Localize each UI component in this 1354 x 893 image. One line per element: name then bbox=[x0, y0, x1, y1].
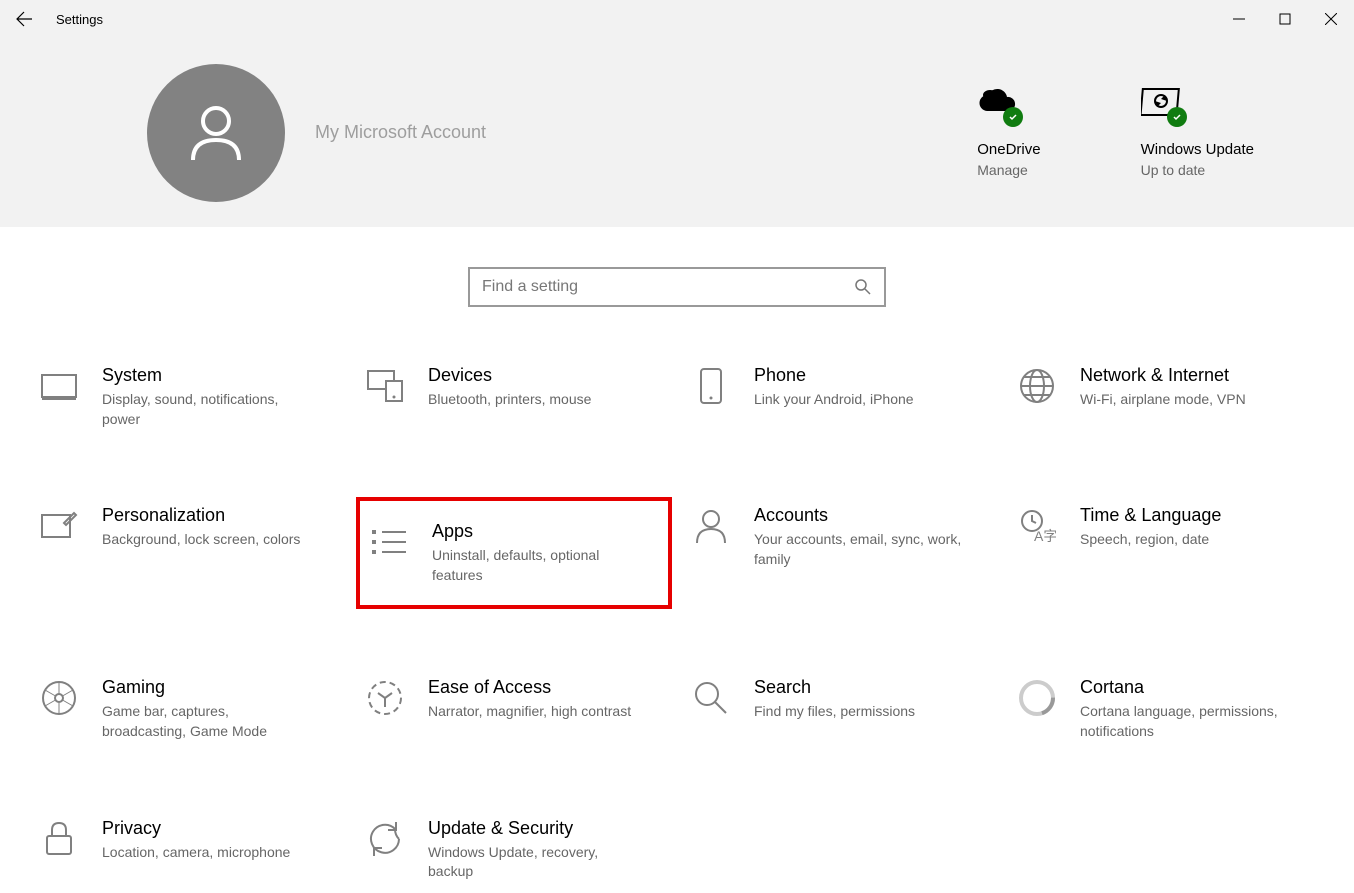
titlebar: Settings bbox=[0, 0, 1354, 38]
category-ease[interactable]: Ease of Access Narrator, magnifier, high… bbox=[356, 669, 672, 749]
network-icon bbox=[1016, 365, 1058, 407]
phone-icon bbox=[690, 365, 732, 407]
category-title: Update & Security bbox=[428, 818, 664, 839]
check-badge-icon bbox=[1167, 107, 1187, 127]
category-description: Your accounts, email, sync, work, family bbox=[754, 530, 964, 569]
category-title: Time & Language bbox=[1080, 505, 1316, 526]
category-time[interactable]: A字 Time & Language Speech, region, date bbox=[1008, 497, 1324, 609]
status-windows-update[interactable]: Windows Update Up to date bbox=[1141, 87, 1254, 178]
category-title: Phone bbox=[754, 365, 990, 386]
category-title: Cortana bbox=[1080, 677, 1316, 698]
search-box[interactable] bbox=[468, 267, 886, 307]
avatar[interactable] bbox=[147, 64, 285, 202]
status-onedrive[interactable]: OneDrive Manage bbox=[977, 87, 1040, 178]
category-description: Game bar, captures, broadcasting, Game M… bbox=[102, 702, 312, 741]
accounts-icon bbox=[690, 505, 732, 547]
category-title: Network & Internet bbox=[1080, 365, 1316, 386]
system-icon bbox=[38, 365, 80, 407]
category-description: Bluetooth, printers, mouse bbox=[428, 390, 638, 410]
status-title: Windows Update bbox=[1141, 141, 1254, 158]
category-apps[interactable]: Apps Uninstall, defaults, optional featu… bbox=[356, 497, 672, 609]
category-phone[interactable]: Phone Link your Android, iPhone bbox=[682, 357, 998, 437]
category-update[interactable]: Update & Security Windows Update, recove… bbox=[356, 810, 672, 890]
update-icon bbox=[364, 818, 406, 860]
window-title: Settings bbox=[56, 12, 103, 27]
category-title: Search bbox=[754, 677, 990, 698]
category-gaming[interactable]: Gaming Game bar, captures, broadcasting,… bbox=[30, 669, 346, 749]
category-description: Display, sound, notifications, power bbox=[102, 390, 312, 429]
category-system[interactable]: System Display, sound, notifications, po… bbox=[30, 357, 346, 437]
category-title: Gaming bbox=[102, 677, 338, 698]
account-label: My Microsoft Account bbox=[315, 122, 486, 143]
category-description: Wi-Fi, airplane mode, VPN bbox=[1080, 390, 1290, 410]
category-search[interactable]: Search Find my files, permissions bbox=[682, 669, 998, 749]
status-subtitle: Manage bbox=[977, 162, 1040, 178]
category-description: Background, lock screen, colors bbox=[102, 530, 312, 550]
category-title: Apps bbox=[432, 521, 660, 542]
time-icon: A字 bbox=[1016, 505, 1058, 547]
status-title: OneDrive bbox=[977, 141, 1040, 158]
search-icon bbox=[690, 677, 732, 719]
search-input[interactable] bbox=[482, 278, 854, 296]
window-controls bbox=[1216, 0, 1354, 38]
search-icon bbox=[854, 278, 872, 296]
minimize-button[interactable] bbox=[1216, 0, 1262, 38]
category-description: Uninstall, defaults, optional features bbox=[432, 546, 642, 585]
category-description: Link your Android, iPhone bbox=[754, 390, 964, 410]
category-title: Personalization bbox=[102, 505, 338, 526]
category-description: Location, camera, microphone bbox=[102, 843, 312, 863]
svg-text:A字: A字 bbox=[1034, 528, 1056, 544]
category-description: Speech, region, date bbox=[1080, 530, 1290, 550]
category-devices[interactable]: Devices Bluetooth, printers, mouse bbox=[356, 357, 672, 437]
category-title: Devices bbox=[428, 365, 664, 386]
search-container bbox=[0, 267, 1354, 307]
category-description: Cortana language, permissions, notificat… bbox=[1080, 702, 1290, 741]
back-arrow-icon bbox=[15, 10, 33, 28]
privacy-icon bbox=[38, 818, 80, 860]
personalization-icon bbox=[38, 505, 80, 547]
category-title: System bbox=[102, 365, 338, 386]
categories-grid: System Display, sound, notifications, po… bbox=[0, 357, 1354, 890]
category-network[interactable]: Network & Internet Wi-Fi, airplane mode,… bbox=[1008, 357, 1324, 437]
maximize-button[interactable] bbox=[1262, 0, 1308, 38]
back-button[interactable] bbox=[0, 0, 48, 38]
category-description: Find my files, permissions bbox=[754, 702, 964, 722]
category-title: Privacy bbox=[102, 818, 338, 839]
devices-icon bbox=[364, 365, 406, 407]
apps-icon bbox=[368, 521, 410, 563]
category-description: Narrator, magnifier, high contrast bbox=[428, 702, 638, 722]
cortana-icon bbox=[1016, 677, 1058, 719]
category-cortana[interactable]: Cortana Cortana language, permissions, n… bbox=[1008, 669, 1324, 749]
category-title: Accounts bbox=[754, 505, 990, 526]
category-privacy[interactable]: Privacy Location, camera, microphone bbox=[30, 810, 346, 890]
close-icon bbox=[1325, 13, 1337, 25]
category-accounts[interactable]: Accounts Your accounts, email, sync, wor… bbox=[682, 497, 998, 609]
ease-icon bbox=[364, 677, 406, 719]
header-section: My Microsoft Account OneDrive Manage Win… bbox=[0, 38, 1354, 227]
category-personalization[interactable]: Personalization Background, lock screen,… bbox=[30, 497, 346, 609]
maximize-icon bbox=[1279, 13, 1291, 25]
minimize-icon bbox=[1233, 13, 1245, 25]
close-button[interactable] bbox=[1308, 0, 1354, 38]
user-icon bbox=[181, 98, 251, 168]
gaming-icon bbox=[38, 677, 80, 719]
check-badge-icon bbox=[1003, 107, 1023, 127]
category-description: Windows Update, recovery, backup bbox=[428, 843, 638, 882]
category-title: Ease of Access bbox=[428, 677, 664, 698]
status-subtitle: Up to date bbox=[1141, 162, 1254, 178]
